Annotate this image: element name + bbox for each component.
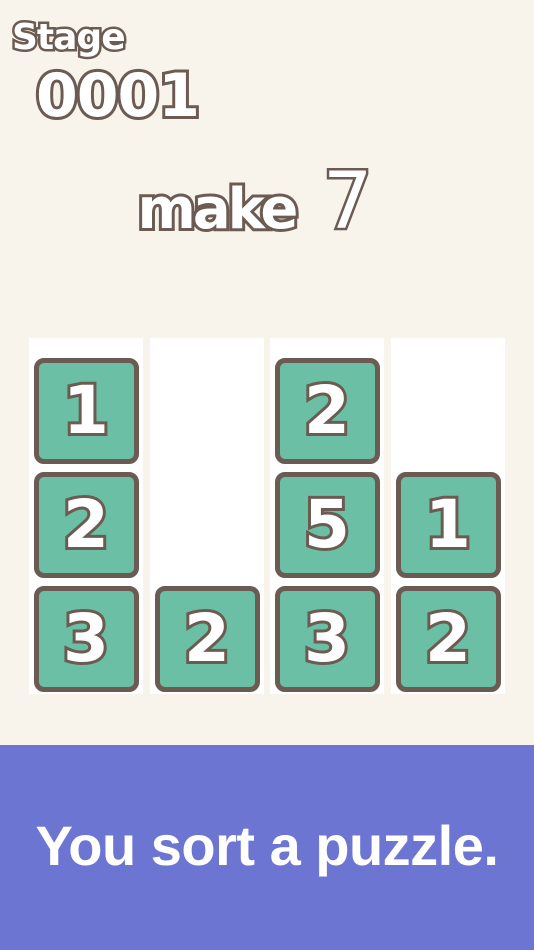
tile-value: 2 — [422, 600, 474, 677]
number-tile[interactable]: 1 — [395, 472, 501, 578]
tile-value: 1 — [422, 486, 474, 563]
tile-value: 1 — [60, 372, 112, 449]
stage-number: 0001 — [33, 59, 203, 133]
tile-value: 5 — [301, 486, 353, 563]
tile-value: 2 — [60, 486, 112, 563]
column-1[interactable]: 3 2 1 — [29, 338, 143, 694]
tile-value: 2 — [301, 372, 353, 449]
number-tile[interactable]: 1 — [33, 358, 139, 464]
goal-prefix: make — [135, 174, 302, 245]
column-3[interactable]: 3 5 2 — [270, 338, 384, 694]
column-4[interactable]: 21 — [391, 338, 505, 694]
number-tile[interactable]: 2 — [33, 472, 139, 578]
number-tile[interactable]: 3 — [274, 586, 380, 692]
tile-value: 3 — [60, 600, 112, 677]
column-2[interactable]: 2 — [150, 338, 264, 694]
number-tile[interactable]: 2 — [395, 586, 501, 692]
number-tile[interactable]: 3 — [33, 586, 139, 692]
puzzle-board: 321 2 352 21 — [29, 338, 507, 694]
caption-banner: You sort a puzzle. — [0, 745, 534, 950]
number-tile[interactable]: 2 — [274, 358, 380, 464]
tile-value: 3 — [301, 600, 353, 677]
goal-text: make 7 — [0, 160, 534, 250]
tile-value: 2 — [181, 600, 233, 677]
number-tile[interactable]: 5 — [274, 472, 380, 578]
goal-target: 7 — [320, 157, 375, 247]
number-tile[interactable]: 2 — [154, 586, 260, 692]
stage-label: Stage — [10, 15, 129, 61]
caption-text: You sort a puzzle. — [35, 814, 499, 877]
